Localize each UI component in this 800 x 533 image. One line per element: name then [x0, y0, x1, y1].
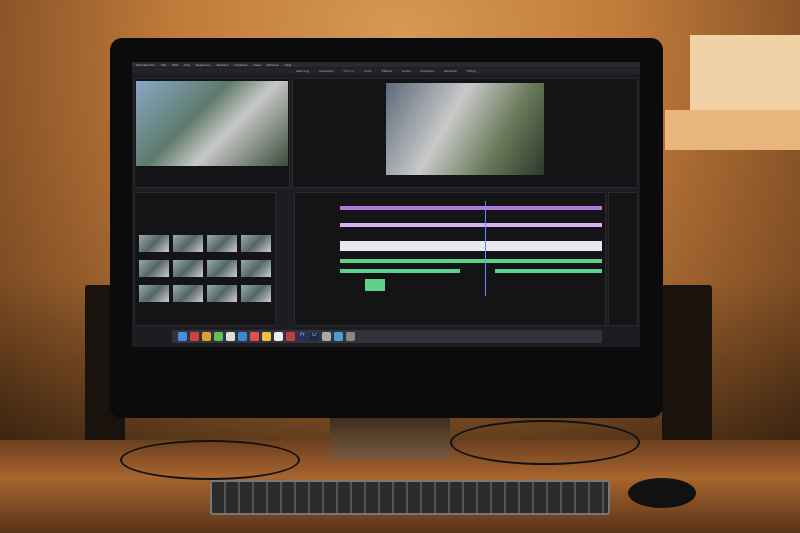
menu-item[interactable]: Graphics — [234, 63, 247, 67]
audio-meters — [608, 192, 638, 326]
workspace-tab[interactable]: Libraries — [444, 69, 457, 73]
app-icon[interactable] — [262, 332, 271, 341]
clip-thumbnail[interactable] — [139, 285, 169, 302]
menu-item[interactable]: Help — [285, 63, 292, 67]
audio-track-clip[interactable] — [495, 269, 602, 273]
keyboard — [210, 480, 610, 515]
right-speaker — [662, 285, 712, 450]
cable — [450, 420, 640, 465]
clip-thumbnail[interactable] — [207, 260, 237, 277]
audio-track-clip[interactable] — [365, 279, 385, 291]
clip-thumbnail[interactable] — [241, 285, 271, 302]
menu-item[interactable]: Markers — [216, 63, 228, 67]
audio-track-clip[interactable] — [340, 259, 602, 263]
workspace-tab[interactable]: Audio — [402, 69, 411, 73]
workspace-tab[interactable]: Editing — [344, 69, 354, 73]
workspace-tab[interactable]: Assembly — [319, 69, 333, 73]
app-icon[interactable] — [214, 332, 223, 341]
trash-icon[interactable] — [346, 332, 355, 341]
clip-thumbnail[interactable] — [139, 235, 169, 252]
menu-item[interactable]: Window — [267, 63, 279, 67]
source-monitor — [134, 78, 290, 188]
app-icon[interactable] — [190, 332, 199, 341]
program-video — [386, 83, 544, 175]
menu-item[interactable]: View — [254, 63, 261, 67]
workspace-tab[interactable]: Titling — [467, 69, 476, 73]
menu-item[interactable]: Clip — [184, 63, 190, 67]
menu-item[interactable]: Sequence — [196, 63, 211, 67]
screen: Premiere Pro File Edit Clip Sequence Mar… — [132, 62, 640, 347]
workspace-tab[interactable]: Effects — [382, 69, 392, 73]
menu-bar: Premiere Pro File Edit Clip Sequence Mar… — [132, 62, 640, 67]
app-icon[interactable] — [274, 332, 283, 341]
workspace-tab[interactable]: Graphics — [421, 69, 434, 73]
clip-thumbnail[interactable] — [207, 235, 237, 252]
lightroom-icon[interactable]: Lr — [310, 332, 319, 341]
app-icon[interactable] — [250, 332, 259, 341]
premiere-icon[interactable]: Pr — [298, 332, 307, 341]
menu-item[interactable]: Edit — [172, 63, 178, 67]
finder-icon[interactable] — [178, 332, 187, 341]
workspace-tab[interactable]: Learning — [296, 69, 309, 73]
source-video — [136, 81, 288, 166]
clip-thumbnail[interactable] — [139, 260, 169, 277]
project-panel — [134, 192, 276, 326]
wall-shelf — [665, 110, 800, 150]
clip-thumbnail[interactable] — [173, 260, 203, 277]
menu-item[interactable]: File — [161, 63, 166, 67]
app-icon[interactable] — [334, 332, 343, 341]
playhead[interactable] — [485, 201, 486, 296]
dock: Pr Lr — [172, 330, 602, 343]
monitor: Premiere Pro File Edit Clip Sequence Mar… — [110, 38, 663, 418]
menu-item[interactable]: Premiere Pro — [136, 63, 155, 67]
app-icon[interactable] — [226, 332, 235, 341]
mouse — [628, 478, 696, 508]
clip-thumbnail[interactable] — [173, 285, 203, 302]
app-icon[interactable] — [238, 332, 247, 341]
shelf-box — [690, 35, 800, 110]
video-track-clip[interactable] — [340, 241, 602, 251]
audio-track-clip[interactable] — [340, 269, 460, 273]
video-track-clip[interactable] — [340, 206, 602, 210]
monitor-stand — [330, 415, 450, 460]
app-icon[interactable] — [202, 332, 211, 341]
clip-thumbnail[interactable] — [207, 285, 237, 302]
clip-thumbnail[interactable] — [173, 235, 203, 252]
program-monitor — [292, 78, 638, 188]
app-icon[interactable] — [322, 332, 331, 341]
cable — [120, 440, 300, 480]
clip-thumbnail[interactable] — [241, 235, 271, 252]
video-track-clip[interactable] — [340, 223, 602, 227]
timeline-panel — [294, 192, 606, 326]
clip-thumbnail[interactable] — [241, 260, 271, 277]
app-icon[interactable] — [286, 332, 295, 341]
workspace-tab[interactable]: Color — [364, 69, 372, 73]
workspace-bar: Learning Assembly Editing Color Effects … — [132, 68, 640, 74]
